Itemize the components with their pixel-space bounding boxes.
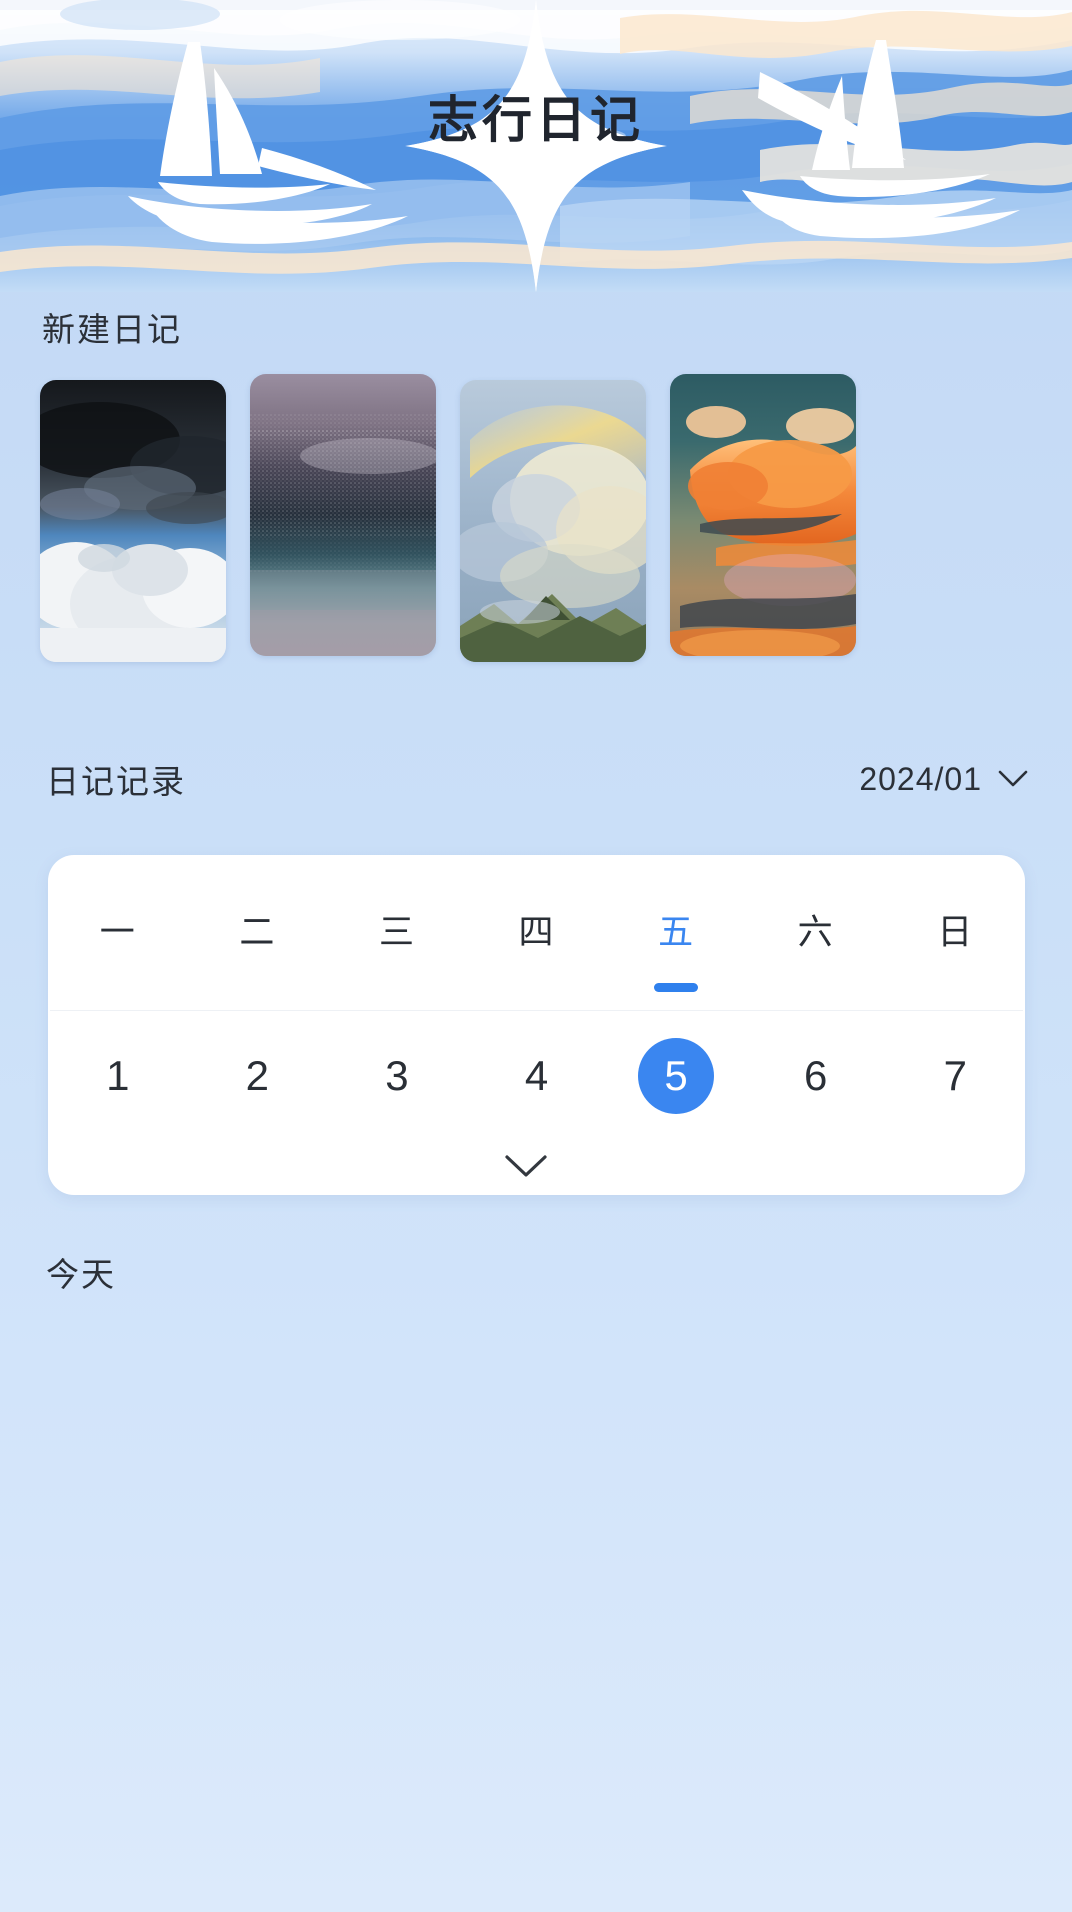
sunset-clouds-image xyxy=(670,374,856,656)
diary-template-card-sunset-clouds[interactable] xyxy=(670,374,856,656)
calendar-card: 一 二 三 四 五 六 日 1 2 3 4 5 6 7 xyxy=(48,855,1025,1195)
weekday-label: 一 xyxy=(99,913,136,952)
weekday-active-bar xyxy=(654,983,699,992)
calendar-expand-button[interactable] xyxy=(504,1153,548,1184)
new-diary-template-list xyxy=(40,374,1040,678)
records-section-label: 日记记录 xyxy=(46,763,186,800)
new-diary-section-label: 新建日记 xyxy=(42,311,182,348)
day-label: 2 xyxy=(245,1052,270,1099)
day-cell-4[interactable]: 4 xyxy=(467,1011,607,1141)
day-label: 6 xyxy=(803,1052,828,1099)
weekday-label: 日 xyxy=(937,913,974,952)
day-label: 3 xyxy=(385,1052,409,1099)
weekday-cell-5[interactable]: 六 xyxy=(746,855,886,1010)
day-cell-6[interactable]: 6 xyxy=(746,1011,886,1141)
weekday-cell-1[interactable]: 二 xyxy=(188,855,328,1010)
page-title: 志行日记 xyxy=(428,92,644,148)
diary-template-card-storm-clouds[interactable] xyxy=(40,380,226,662)
weekday-cell-2[interactable]: 三 xyxy=(327,855,467,1010)
weekday-label: 三 xyxy=(378,913,415,952)
weekday-cell-6[interactable]: 日 xyxy=(885,855,1025,1010)
diary-template-card-grainy-water[interactable] xyxy=(250,374,436,656)
weekday-cell-4[interactable]: 五 xyxy=(606,855,746,1010)
header-banner: 志行日记 xyxy=(0,0,1072,292)
storm-clouds-image xyxy=(40,380,226,662)
day-label: 5 xyxy=(638,1038,715,1114)
day-cell-2[interactable]: 2 xyxy=(188,1011,328,1141)
weekday-label: 五 xyxy=(658,913,695,952)
month-picker-value: 2024/01 xyxy=(859,760,982,797)
calendar-day-row: 1 2 3 4 5 6 7 xyxy=(48,1011,1025,1141)
rainbow-mountains-image xyxy=(460,380,646,662)
day-cell-3[interactable]: 3 xyxy=(327,1011,467,1141)
weekday-cell-3[interactable]: 四 xyxy=(467,855,607,1010)
records-header: 日记记录 2024/01 xyxy=(46,755,1028,803)
weekday-label: 六 xyxy=(797,913,834,952)
weekday-label: 四 xyxy=(518,913,555,952)
chevron-down-icon xyxy=(505,1154,547,1177)
month-picker[interactable]: 2024/01 xyxy=(859,761,1028,798)
day-cell-5[interactable]: 5 xyxy=(606,1011,746,1141)
calendar-expand-row xyxy=(48,1141,1025,1195)
day-label: 1 xyxy=(106,1052,130,1099)
calendar-weekday-row: 一 二 三 四 五 六 日 xyxy=(48,855,1025,1010)
grainy-water-image xyxy=(250,374,436,656)
day-cell-1[interactable]: 1 xyxy=(48,1011,188,1141)
day-cell-7[interactable]: 7 xyxy=(885,1011,1025,1141)
diary-template-card-rainbow-mountains[interactable] xyxy=(460,380,646,662)
weekday-label: 二 xyxy=(239,913,276,952)
day-label: 7 xyxy=(943,1052,967,1099)
today-section-label: 今天 xyxy=(46,1256,116,1293)
weekday-cell-0[interactable]: 一 xyxy=(48,855,188,1010)
day-label: 4 xyxy=(524,1052,549,1099)
chevron-down-icon xyxy=(998,770,1028,787)
